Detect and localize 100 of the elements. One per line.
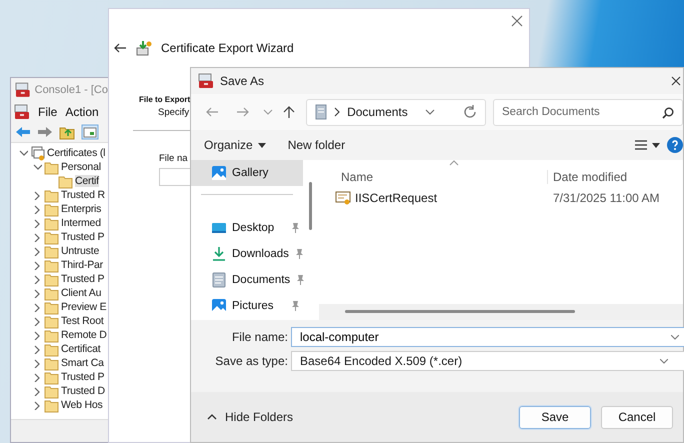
chevron-right-icon[interactable] bbox=[32, 190, 42, 200]
chevron-right-icon[interactable] bbox=[32, 260, 42, 270]
organize-button[interactable]: Organize bbox=[197, 135, 273, 155]
close-icon[interactable] bbox=[511, 15, 523, 27]
nav-pane-item[interactable]: Desktop bbox=[191, 215, 303, 241]
chevron-right-icon[interactable] bbox=[32, 372, 42, 382]
tree-item[interactable]: Remote D bbox=[61, 329, 107, 341]
close-icon[interactable] bbox=[671, 76, 681, 86]
chevron-right-icon[interactable] bbox=[32, 232, 42, 242]
folder-icon bbox=[44, 356, 59, 370]
nav-pane-item[interactable]: Pictures bbox=[191, 293, 303, 319]
nav-pane-item[interactable]: Downloads bbox=[191, 241, 303, 267]
tree-item[interactable]: Third-Par bbox=[61, 259, 103, 271]
tree-item[interactable]: Certificates (l bbox=[47, 147, 106, 159]
chevron-right-icon[interactable] bbox=[32, 218, 42, 228]
breadcrumb-item[interactable]: Documents bbox=[347, 105, 418, 119]
tree-item[interactable]: Trusted P bbox=[61, 273, 104, 285]
address-bar[interactable]: Documents bbox=[306, 98, 486, 126]
chevron-right-icon[interactable] bbox=[32, 386, 42, 396]
chevron-right-icon[interactable] bbox=[32, 246, 42, 256]
tree-item[interactable]: Personal bbox=[61, 161, 101, 173]
tree-item[interactable]: Certif bbox=[75, 175, 99, 187]
refresh-icon[interactable] bbox=[462, 105, 477, 119]
tree-item[interactable]: Trusted P bbox=[61, 371, 104, 383]
gallery-icon bbox=[211, 165, 227, 181]
chevron-right-icon[interactable] bbox=[32, 302, 42, 312]
chevron-right-icon[interactable] bbox=[32, 330, 42, 340]
chevron-right-icon[interactable] bbox=[32, 274, 42, 284]
tree-item[interactable]: Intermed bbox=[61, 217, 101, 229]
folder-icon bbox=[44, 188, 59, 202]
column-header[interactable]: Name bbox=[319, 170, 547, 184]
chevron-right-icon bbox=[334, 107, 340, 117]
certificate-file-icon bbox=[335, 191, 351, 205]
scrollbar-thumb[interactable] bbox=[309, 182, 312, 230]
tree-item[interactable]: Web Hos bbox=[61, 399, 103, 411]
folder-icon bbox=[44, 300, 59, 314]
toolbox-icon bbox=[198, 73, 214, 89]
tree-item[interactable]: Trusted P bbox=[61, 231, 104, 243]
tree-item[interactable]: Trusted R bbox=[61, 189, 105, 201]
folder-icon bbox=[44, 342, 59, 356]
tree-item[interactable]: Smart Ca bbox=[61, 357, 104, 369]
nav-pane-item[interactable]: Gallery bbox=[191, 160, 303, 186]
section-description: Specify bbox=[158, 107, 190, 118]
field-label: Save as type: bbox=[214, 354, 289, 368]
cancel-button[interactable]: Cancel bbox=[601, 406, 673, 428]
scrollbar-thumb[interactable] bbox=[345, 310, 575, 313]
chevron-down-icon[interactable] bbox=[671, 335, 679, 340]
chevron-right-icon[interactable] bbox=[32, 358, 42, 368]
field-label: File name: bbox=[230, 330, 289, 344]
document-icon bbox=[211, 272, 227, 288]
wizard-title: Certificate Export Wizard bbox=[161, 41, 294, 55]
menu-item[interactable]: Action bbox=[65, 105, 99, 119]
save-button[interactable]: Save bbox=[519, 406, 591, 428]
tree-item[interactable]: Untruste bbox=[61, 245, 100, 257]
new-folder-button[interactable]: New folder bbox=[280, 135, 352, 155]
tree-item[interactable]: Test Root bbox=[61, 315, 104, 327]
tree-item[interactable]: Certificat bbox=[61, 343, 100, 355]
chevron-right-icon[interactable] bbox=[32, 288, 42, 298]
folder-icon bbox=[44, 216, 59, 230]
list-view-icon bbox=[635, 140, 647, 150]
tree-item[interactable]: Client Au bbox=[61, 287, 102, 299]
folder-icon bbox=[58, 174, 73, 188]
folder-icon bbox=[44, 258, 59, 272]
up-arrow-icon[interactable] bbox=[282, 106, 296, 118]
folder-icon bbox=[44, 202, 59, 216]
help-icon[interactable] bbox=[667, 137, 683, 153]
file-name[interactable]: IISCertRequest bbox=[355, 191, 438, 205]
folder-icon bbox=[44, 384, 59, 398]
sort-caret-icon[interactable] bbox=[449, 160, 459, 166]
search-field[interactable]: Search Documents bbox=[492, 98, 683, 126]
folder-icon bbox=[44, 328, 59, 342]
nav-pane-item[interactable]: Documents bbox=[191, 267, 303, 293]
forward-arrow-icon[interactable] bbox=[37, 125, 53, 139]
menu-item[interactable]: File bbox=[38, 105, 58, 119]
window-title: Console1 - [Co bbox=[34, 84, 108, 96]
tree-item[interactable]: Trusted D bbox=[61, 385, 105, 397]
panel-icon[interactable] bbox=[81, 124, 99, 140]
folder-icon bbox=[44, 314, 59, 328]
chevron-up-icon bbox=[207, 414, 217, 420]
folder-icon bbox=[44, 398, 59, 412]
tree-item[interactable]: Enterpris bbox=[61, 203, 102, 215]
pin-icon bbox=[294, 248, 304, 260]
chevron-right-icon[interactable] bbox=[32, 204, 42, 214]
hide-folders-button[interactable]: Hide Folders bbox=[201, 409, 300, 425]
column-header[interactable]: Date modified bbox=[547, 170, 628, 184]
back-arrow-icon[interactable] bbox=[113, 42, 127, 54]
search-icon[interactable] bbox=[662, 106, 674, 118]
forward-arrow-icon[interactable] bbox=[236, 106, 250, 118]
chevron-down-icon[interactable] bbox=[424, 109, 435, 115]
tree-item[interactable]: Preview E bbox=[61, 301, 106, 313]
file-name-field[interactable]: local-computer bbox=[291, 327, 684, 347]
chevron-right-icon[interactable] bbox=[32, 400, 42, 410]
chevron-down-icon[interactable] bbox=[18, 148, 28, 158]
file-type-dropdown[interactable]: Base64 Encoded X.509 (*.cer) bbox=[291, 351, 684, 371]
download-icon bbox=[211, 246, 227, 262]
chevron-down-icon[interactable] bbox=[32, 162, 42, 172]
pin-icon bbox=[290, 222, 300, 234]
certificates-icon bbox=[30, 146, 45, 160]
chevron-right-icon[interactable] bbox=[32, 344, 42, 354]
chevron-right-icon[interactable] bbox=[32, 316, 42, 326]
